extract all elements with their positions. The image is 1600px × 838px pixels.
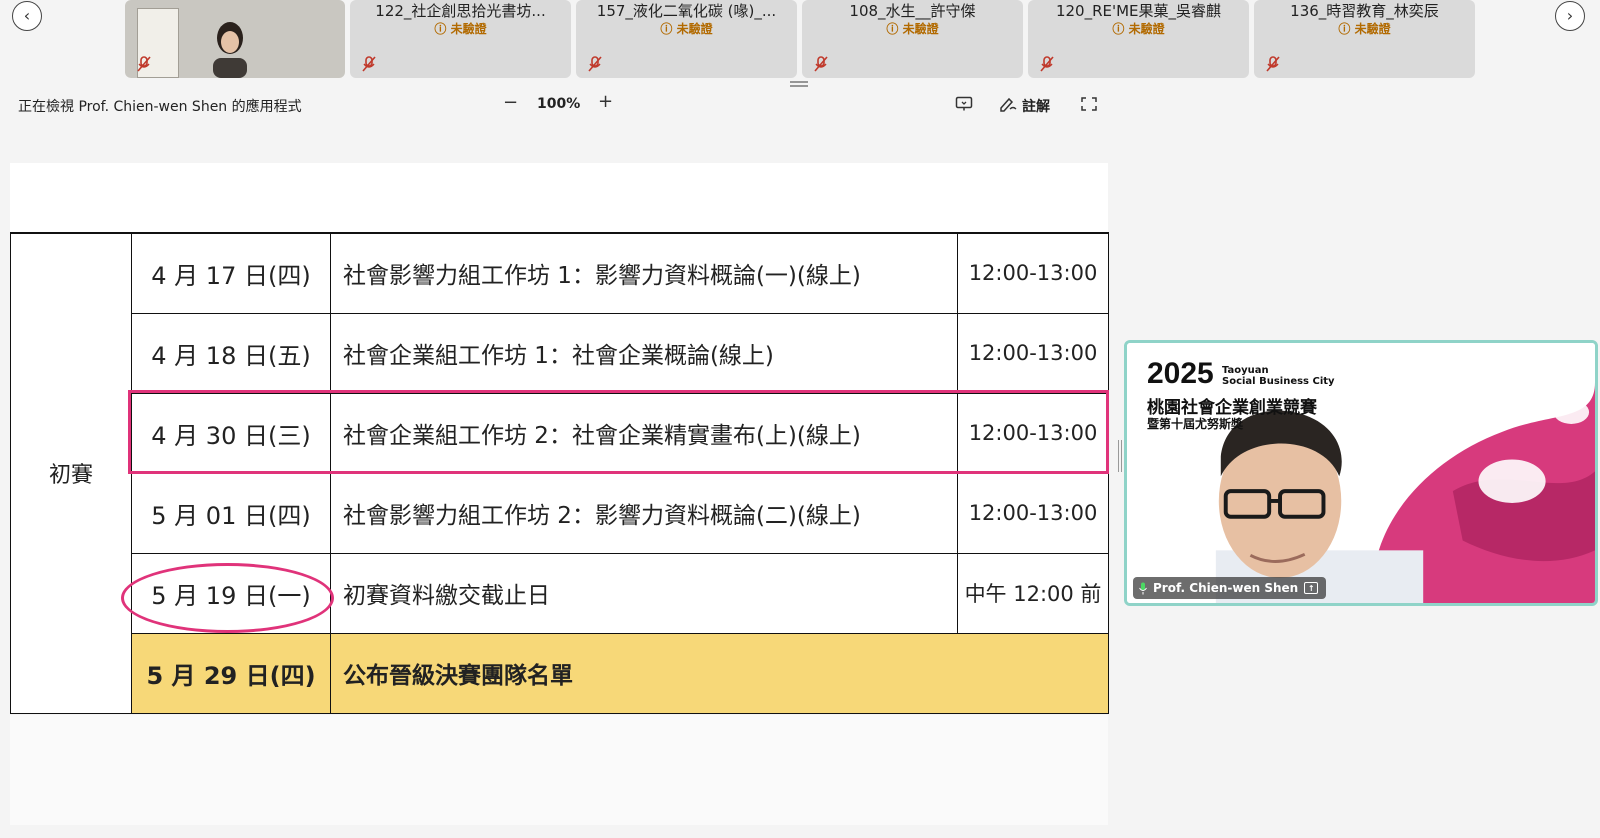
question-circle-icon: ⓘ (660, 22, 677, 36)
mic-muted-icon (1040, 56, 1054, 72)
shared-document-margin (10, 715, 1108, 825)
annotation-circle (121, 563, 334, 633)
chevron-right-icon: › (1566, 6, 1574, 25)
screen-share-icon: ↑ (1304, 582, 1319, 594)
unverified-badge: ⓘ 未驗證 (1112, 22, 1165, 36)
participant-name: 120_RE'ME果菓_吳睿麒 (1055, 2, 1222, 20)
event-cell: 初賽資料繳交截止日 (330, 552, 958, 634)
participant-tile-video[interactable] (125, 0, 345, 78)
date-cell: 4 月 18 日(五) (131, 312, 331, 394)
active-speaker-tile[interactable]: 2025 Taoyuan Social Business City 桃園社會企業創… (1124, 340, 1598, 606)
banner-year: 2025 (1147, 357, 1214, 390)
mic-muted-icon (137, 56, 151, 72)
annotate-button[interactable]: 註解 (1022, 96, 1050, 116)
date-cell: 5 月 01 日(四) (131, 472, 331, 554)
event-cell: 社會影響力組工作坊 2：影響力資料概論(二)(線上) (330, 472, 958, 554)
gallery-next-button[interactable]: › (1555, 1, 1585, 31)
unverified-badge: ⓘ 未驗證 (660, 22, 713, 36)
shared-document-page (10, 163, 1108, 233)
zoom-out-button[interactable]: − (503, 92, 518, 113)
mic-active-icon (1139, 582, 1147, 594)
banner-city: Taoyuan Social Business City (1222, 365, 1335, 387)
speaker-name-tag: Prof. Chien-wen Shen ↑ (1133, 577, 1327, 599)
gallery-prev-button[interactable]: ‹ (12, 1, 42, 31)
participant-name: 108_水生__許守傑 (849, 2, 976, 20)
participant-tile[interactable]: 136_時習教育_林奕辰 ⓘ 未驗證 (1254, 0, 1475, 78)
table-row: 4 月 18 日(五) 社會企業組工作坊 1：社會企業概論(線上) 12:00-… (11, 312, 1109, 394)
fullscreen-icon[interactable] (1080, 96, 1098, 112)
annotation-rectangle (128, 390, 1109, 474)
question-circle-icon: ⓘ (1338, 22, 1355, 36)
stage-cell: 初賽 (10, 232, 132, 714)
participant-tile[interactable]: 120_RE'ME果菓_吳睿麒 ⓘ 未驗證 (1028, 0, 1249, 78)
splitter-handle[interactable] (1118, 440, 1122, 472)
view-options-icon[interactable] (955, 96, 973, 112)
mic-muted-icon (588, 56, 602, 72)
participant-name: 157_液化二氧化碳 (喙)_... (596, 2, 777, 20)
participant-tile[interactable]: 122_社企創思拾光書坊... ⓘ 未驗證 (350, 0, 571, 78)
panel-resize-handle[interactable] (789, 80, 809, 88)
mic-muted-icon (814, 56, 828, 72)
time-cell: 12:00-13:00 (957, 472, 1109, 554)
table-row: 5 月 01 日(四) 社會影響力組工作坊 2：影響力資料概論(二)(線上) 1… (11, 472, 1109, 554)
participant-tile[interactable]: 157_液化二氧化碳 (喙)_... ⓘ 未驗證 (576, 0, 797, 78)
time-cell: 12:00-13:00 (957, 312, 1109, 394)
participant-tile[interactable]: 108_水生__許守傑 ⓘ 未驗證 (802, 0, 1023, 78)
viewing-share-label: 正在檢視 Prof. Chien-wen Shen 的應用程式 (18, 99, 302, 115)
event-cell: 公布晉級決賽團隊名單 (330, 632, 1109, 714)
banner-subtitle: 暨第十屆尤努斯獎 (1147, 417, 1244, 431)
question-circle-icon: ⓘ (1112, 22, 1129, 36)
question-circle-icon: ⓘ (434, 22, 451, 36)
annotate-pen-icon[interactable] (999, 96, 1017, 112)
participant-name: 122_社企創思拾光書坊... (375, 2, 546, 20)
question-circle-icon: ⓘ (886, 22, 903, 36)
speaker-name: Prof. Chien-wen Shen (1153, 581, 1299, 595)
participant-name: 136_時習教育_林奕辰 (1290, 2, 1439, 20)
table-row-highlighted: 5 月 29 日(四) 公布晉級決賽團隊名單 (11, 632, 1109, 714)
unverified-badge: ⓘ 未驗證 (1338, 22, 1391, 36)
unverified-badge: ⓘ 未驗證 (886, 22, 939, 36)
event-cell: 社會影響力組工作坊 1：影響力資料概論(一)(線上) (330, 232, 958, 314)
unverified-badge: ⓘ 未驗證 (434, 22, 487, 36)
table-row: 初賽 4 月 17 日(四) 社會影響力組工作坊 1：影響力資料概論(一)(線上… (10, 232, 1109, 714)
date-cell: 4 月 17 日(四) (131, 232, 331, 314)
mic-muted-icon (1266, 56, 1280, 72)
date-cell: 5 月 29 日(四) (131, 632, 331, 714)
time-cell: 中午 12:00 前 (957, 552, 1109, 634)
chevron-left-icon: ‹ (23, 6, 31, 25)
zoom-level: 100% (537, 96, 581, 112)
mic-muted-icon (362, 56, 376, 72)
participant-video-feed (213, 22, 247, 78)
time-cell: 12:00-13:00 (957, 232, 1109, 314)
zoom-in-button[interactable]: + (598, 91, 613, 112)
event-cell: 社會企業組工作坊 1：社會企業概論(線上) (330, 312, 958, 394)
